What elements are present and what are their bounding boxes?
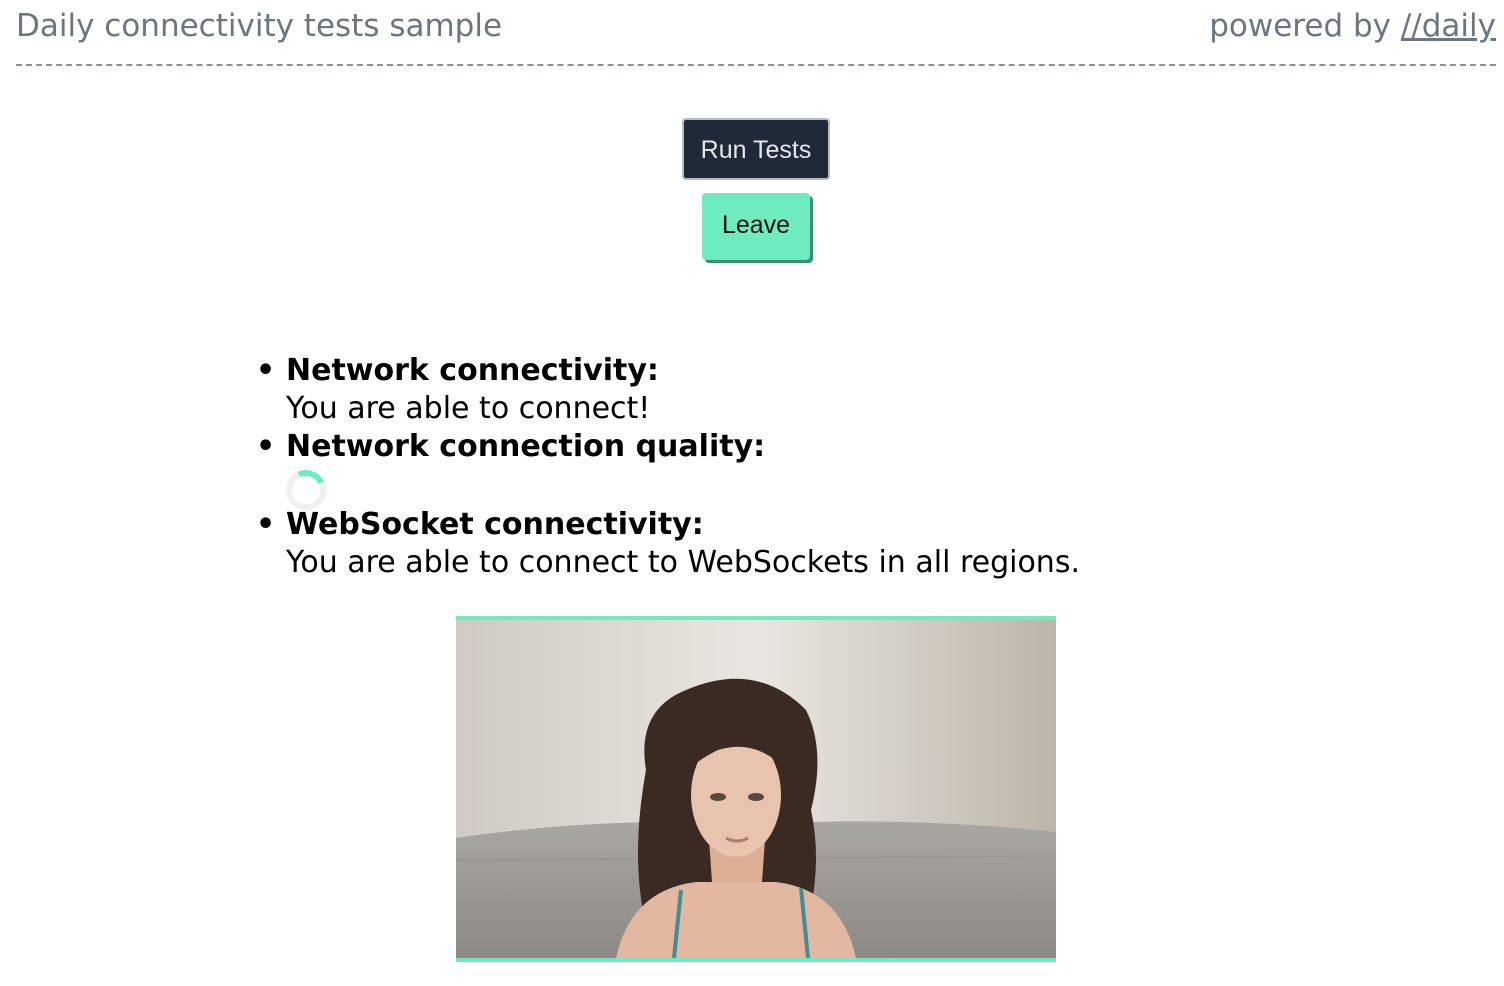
result-value: You are able to connect to WebSockets in… — [286, 545, 1080, 580]
page-header: Daily connectivity tests sample powered … — [16, 0, 1496, 66]
bullet: • — [256, 353, 276, 388]
powered-by: powered by //daily — [1209, 8, 1496, 44]
page-title: Daily connectivity tests sample — [16, 8, 503, 44]
quality-loading — [280, 464, 1080, 516]
video-frame-illustration — [456, 620, 1056, 958]
result-label: WebSocket connectivity: — [286, 507, 704, 542]
powered-by-label: powered by — [1209, 8, 1391, 44]
bullet: • — [256, 429, 276, 464]
result-label: Network connectivity: — [286, 353, 659, 388]
daily-brand-link[interactable]: //daily — [1401, 8, 1496, 44]
camera-video-preview — [456, 616, 1056, 962]
result-network-quality: • Network connection quality: — [256, 428, 1080, 516]
result-value: You are able to connect! — [286, 391, 651, 426]
run-tests-button[interactable]: Run Tests — [682, 118, 830, 180]
result-label: Network connection quality: — [286, 429, 766, 464]
leave-button[interactable]: Leave — [702, 193, 810, 260]
result-websocket-connectivity: • WebSocket connectivity: You are able t… — [256, 506, 1080, 582]
result-network-connectivity: • Network connectivity: You are able to … — [256, 352, 1080, 428]
test-results-list: • Network connectivity: You are able to … — [256, 352, 1080, 582]
bullet: • — [256, 507, 276, 542]
